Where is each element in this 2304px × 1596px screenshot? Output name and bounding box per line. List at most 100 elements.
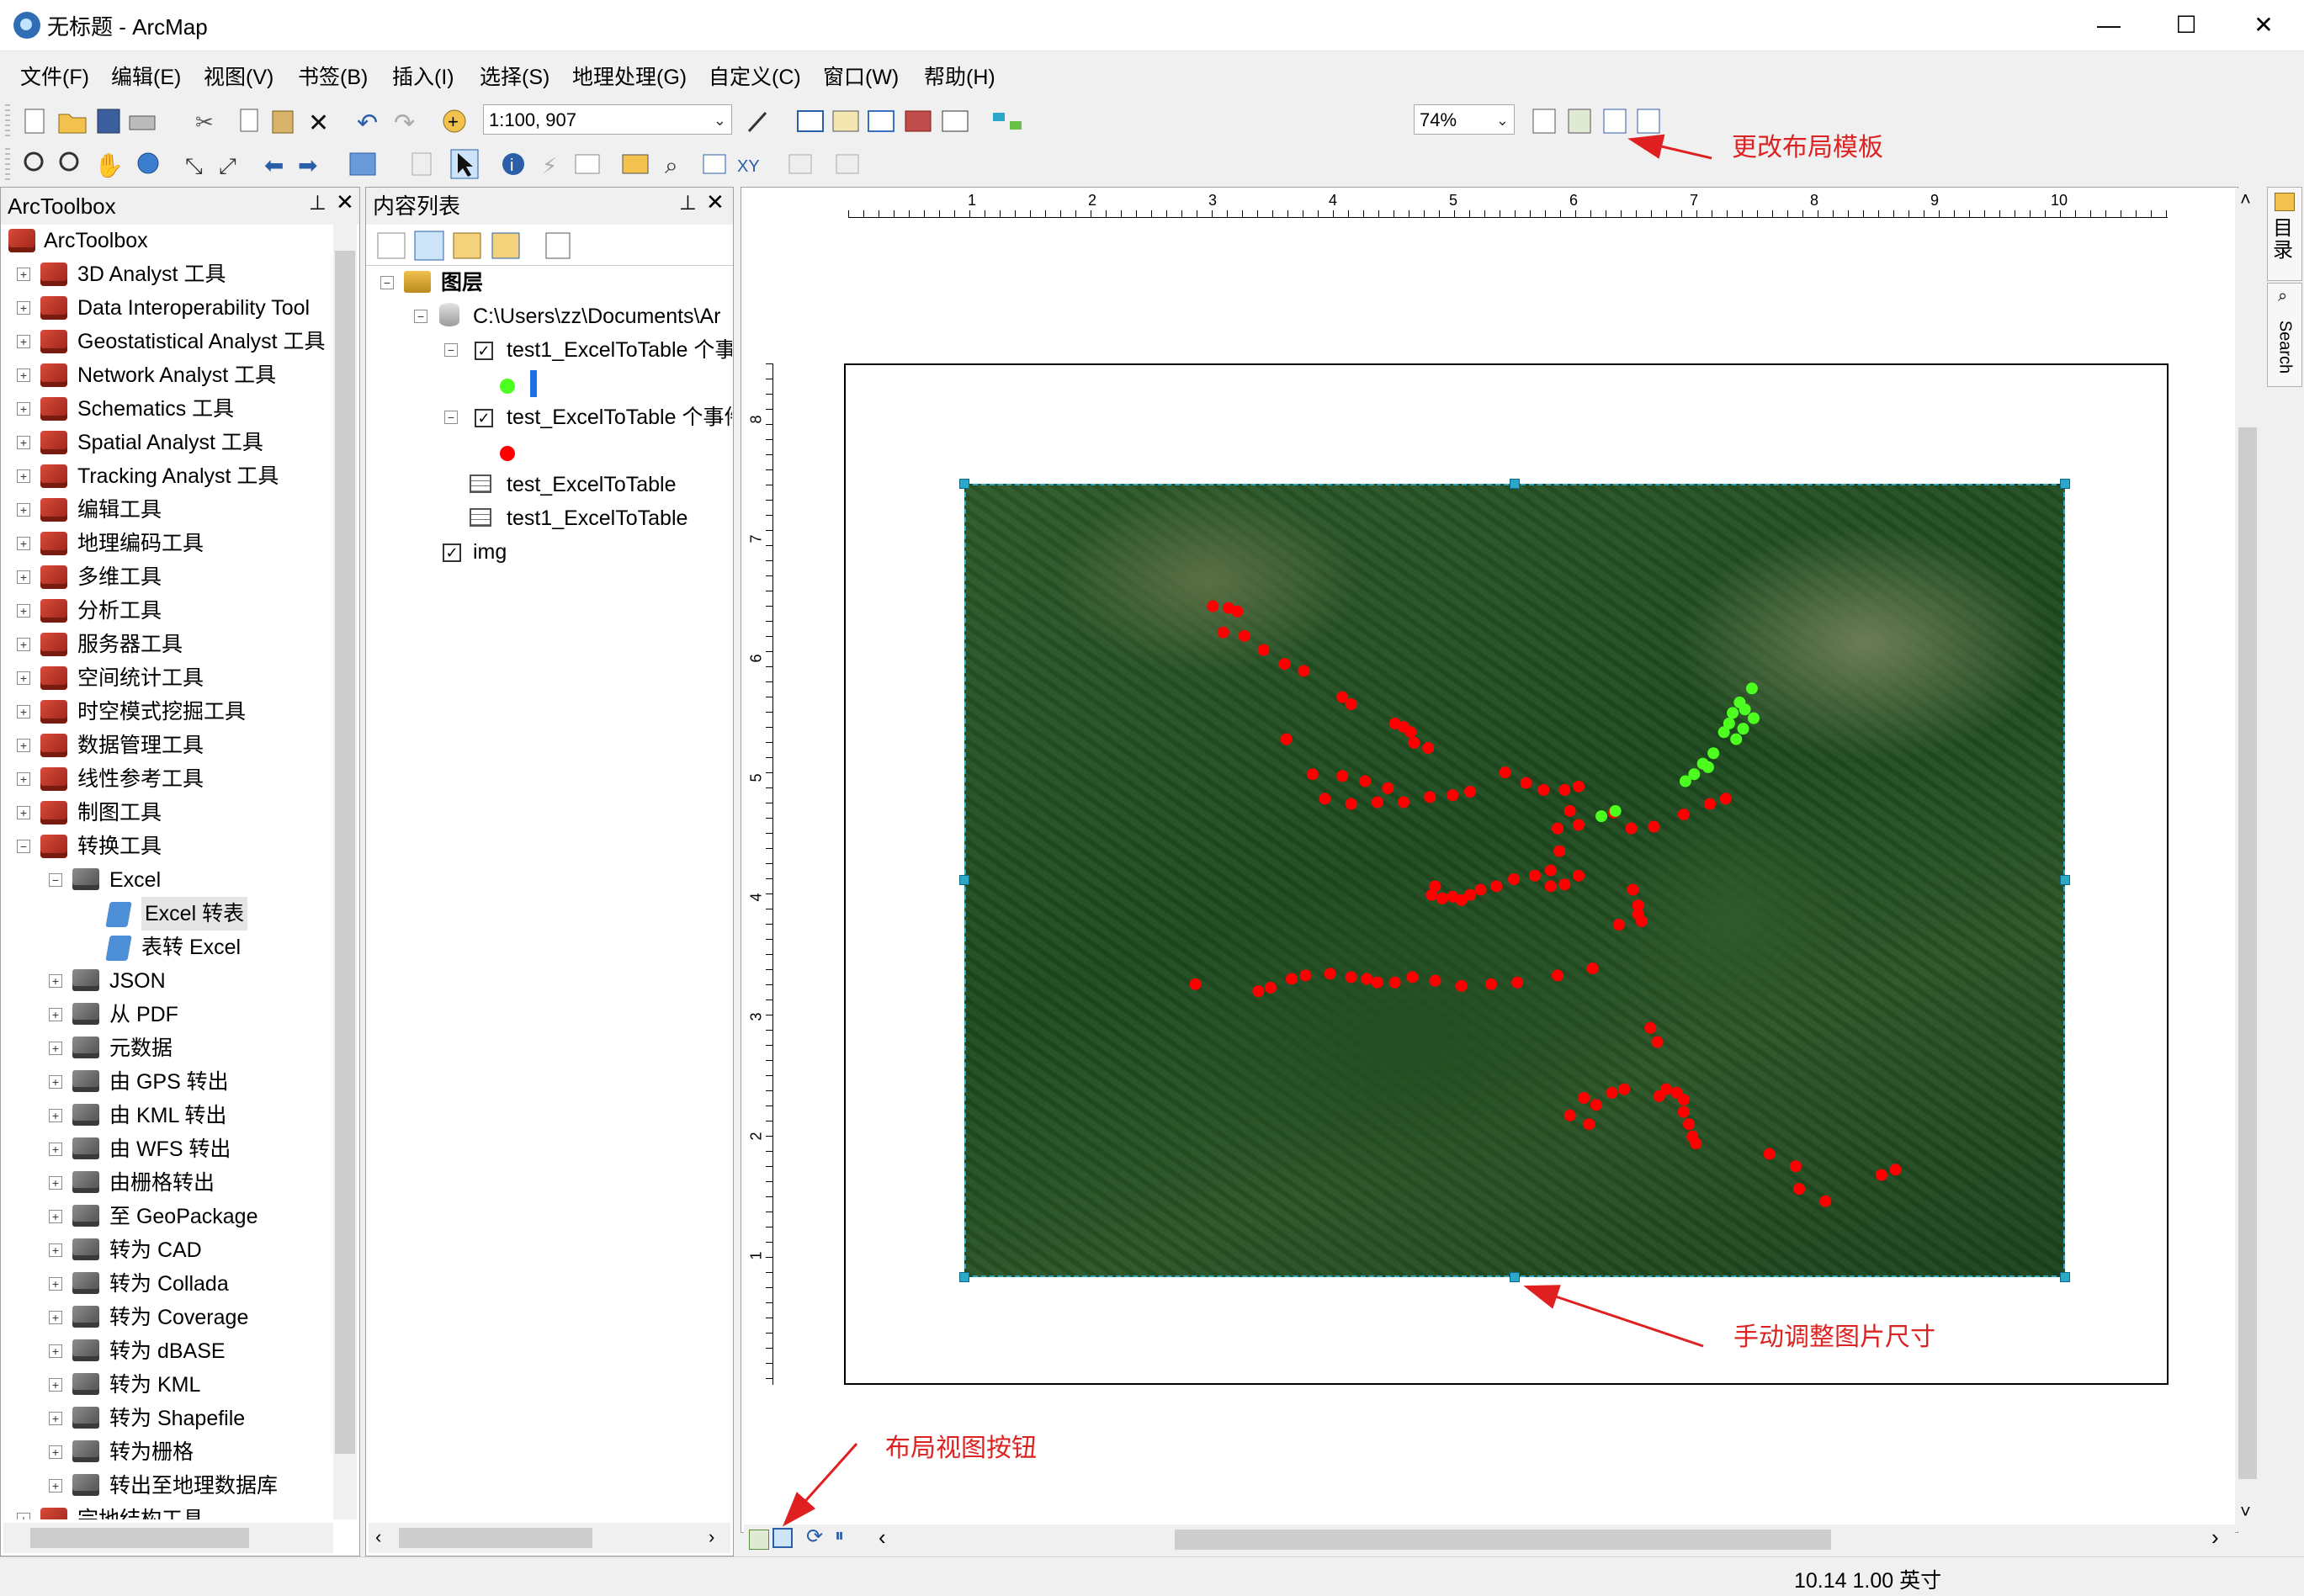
layer-visibility-checkbox[interactable]: ✓: [475, 409, 493, 427]
scroll-up-icon[interactable]: ˄: [2240, 188, 2251, 210]
toolbox-item[interactable]: 分析工具: [77, 594, 162, 628]
expand-toggle[interactable]: +: [17, 301, 30, 315]
expand-toggle[interactable]: +: [49, 1176, 62, 1190]
menu-edit[interactable]: 编辑(E): [111, 61, 181, 91]
expand-toggle[interactable]: +: [17, 369, 30, 382]
collapse-toggle[interactable]: −: [444, 411, 458, 424]
menu-windows[interactable]: 窗口(W): [823, 61, 899, 91]
catalog-side-tab[interactable]: 目录: [2267, 187, 2302, 281]
scrollbar-thumb[interactable]: [30, 1528, 249, 1548]
expand-toggle[interactable]: +: [49, 1210, 62, 1223]
table-test1[interactable]: test1_ExcelToTable: [507, 501, 687, 535]
expand-toggle[interactable]: −: [49, 873, 62, 887]
toolbox-item[interactable]: 地理编码工具: [77, 527, 204, 560]
expand-toggle[interactable]: +: [17, 537, 30, 550]
menu-file[interactable]: 文件(F): [20, 61, 89, 91]
layer-img[interactable]: img: [473, 535, 507, 569]
toolbox-item[interactable]: 3D Analyst 工具: [77, 257, 226, 291]
resize-handle[interactable]: [959, 479, 969, 489]
toolset-item[interactable]: JSON: [109, 964, 166, 998]
toolset-excel[interactable]: Excel: [109, 863, 161, 897]
resize-handle[interactable]: [2060, 479, 2070, 489]
expand-toggle[interactable]: +: [17, 671, 30, 685]
resize-handle[interactable]: [959, 875, 969, 885]
expand-toggle[interactable]: +: [17, 739, 30, 752]
expand-toggle[interactable]: +: [17, 335, 30, 348]
menu-geoprocessing[interactable]: 地理处理(G): [572, 61, 687, 91]
toolset-item[interactable]: 转出至地理数据库: [109, 1469, 278, 1503]
expand-toggle[interactable]: +: [17, 503, 30, 517]
toolset-item[interactable]: 转为 Collada: [109, 1267, 229, 1301]
expand-toggle[interactable]: +: [49, 1143, 62, 1156]
green-point-symbol[interactable]: [500, 379, 515, 394]
toc-horizontal-scrollbar[interactable]: ‹ ›: [369, 1523, 730, 1553]
expand-toggle[interactable]: +: [49, 1008, 62, 1021]
expand-toggle[interactable]: +: [49, 1311, 62, 1324]
expand-toggle[interactable]: +: [49, 1378, 62, 1392]
scrollbar-thumb[interactable]: [1175, 1530, 1831, 1550]
layout-vertical-scrollbar[interactable]: ˄ ˅: [2235, 188, 2260, 1531]
resize-handle[interactable]: [959, 1272, 969, 1282]
toolset-item[interactable]: 转为 Shapefile: [109, 1402, 245, 1435]
toolset-item[interactable]: 元数据: [109, 1031, 173, 1065]
toolbox-item[interactable]: 数据管理工具: [77, 729, 204, 762]
toolbox-item[interactable]: 制图工具: [77, 796, 162, 830]
map-scale-combo[interactable]: 1:100, 907 ⌄: [483, 104, 732, 135]
menu-view[interactable]: 视图(V): [204, 61, 273, 91]
toolset-item[interactable]: 转为 KML: [109, 1368, 200, 1402]
expand-toggle[interactable]: +: [17, 604, 30, 618]
expand-toggle[interactable]: −: [17, 840, 30, 853]
expand-toggle[interactable]: +: [17, 772, 30, 786]
expand-toggle[interactable]: +: [49, 1277, 62, 1291]
toolset-item[interactable]: 转为 Coverage: [109, 1301, 248, 1334]
expand-toggle[interactable]: +: [17, 1513, 30, 1519]
toolbox-item[interactable]: Geostatistical Analyst 工具: [77, 325, 326, 358]
scroll-right-icon[interactable]: ›: [2211, 1524, 2219, 1551]
toolset-item[interactable]: 从 PDF: [109, 998, 178, 1031]
search-side-tab[interactable]: ⌕ Search: [2267, 283, 2302, 387]
scroll-right-icon[interactable]: ›: [709, 1526, 714, 1548]
toolbox-item[interactable]: 多维工具: [77, 560, 162, 594]
scroll-left-icon[interactable]: ‹: [879, 1524, 886, 1551]
toolset-item[interactable]: 由 KML 转出: [109, 1099, 226, 1132]
toolset-item[interactable]: 转为 CAD: [109, 1233, 202, 1267]
map-data-frame[interactable]: [964, 484, 2065, 1277]
toolbox-item[interactable]: Spatial Analyst 工具: [77, 426, 263, 459]
layer-test1-events[interactable]: test1_ExcelToTable 个事: [507, 333, 732, 367]
layer-visibility-checkbox[interactable]: ✓: [475, 342, 493, 360]
close-panel-icon[interactable]: ✕: [336, 189, 354, 215]
toolbar-grip[interactable]: [5, 104, 10, 138]
toolbox-item[interactable]: 服务器工具: [77, 628, 183, 661]
expand-toggle[interactable]: +: [49, 1243, 62, 1257]
scroll-left-icon[interactable]: ‹: [375, 1526, 381, 1548]
close-button[interactable]: ✕: [2225, 0, 2302, 50]
toolbox-item[interactable]: 转换工具: [77, 830, 162, 863]
toolbox-item[interactable]: 时空模式挖掘工具: [77, 695, 246, 729]
expand-toggle[interactable]: +: [49, 1075, 62, 1089]
pin-icon[interactable]: ⊥: [679, 191, 697, 215]
toolbar-grip[interactable]: [5, 148, 10, 182]
menu-help[interactable]: 帮助(H): [924, 61, 995, 91]
table-test[interactable]: test_ExcelToTable: [507, 468, 677, 501]
expand-toggle[interactable]: +: [17, 705, 30, 718]
resize-handle[interactable]: [2060, 875, 2070, 885]
toolbox-item[interactable]: Schematics 工具: [77, 392, 234, 426]
expand-toggle[interactable]: +: [49, 1344, 62, 1358]
toolbox-item[interactable]: 线性参考工具: [77, 762, 204, 796]
refresh-icon[interactable]: ⟳: [806, 1524, 823, 1549]
scrollbar-thumb[interactable]: [399, 1528, 592, 1548]
toolset-item[interactable]: 至 GeoPackage: [109, 1200, 258, 1233]
layer-visibility-checkbox[interactable]: ✓: [443, 543, 461, 562]
layer-test-events[interactable]: test_ExcelToTable 个事件: [507, 400, 732, 434]
toolbox-horizontal-scrollbar[interactable]: [3, 1523, 333, 1553]
expand-toggle[interactable]: +: [49, 974, 62, 988]
data-view-button-icon[interactable]: [749, 1530, 769, 1550]
toolbox-item[interactable]: 宗地结构工具: [77, 1503, 204, 1519]
toolbox-item[interactable]: 编辑工具: [77, 493, 162, 527]
expand-toggle[interactable]: +: [17, 402, 30, 416]
menu-selection[interactable]: 选择(S): [480, 61, 549, 91]
toolbox-item[interactable]: 空间统计工具: [77, 661, 204, 695]
menu-insert[interactable]: 插入(I): [392, 61, 454, 91]
expand-toggle[interactable]: +: [49, 1042, 62, 1055]
menu-customize[interactable]: 自定义(C): [709, 61, 801, 91]
